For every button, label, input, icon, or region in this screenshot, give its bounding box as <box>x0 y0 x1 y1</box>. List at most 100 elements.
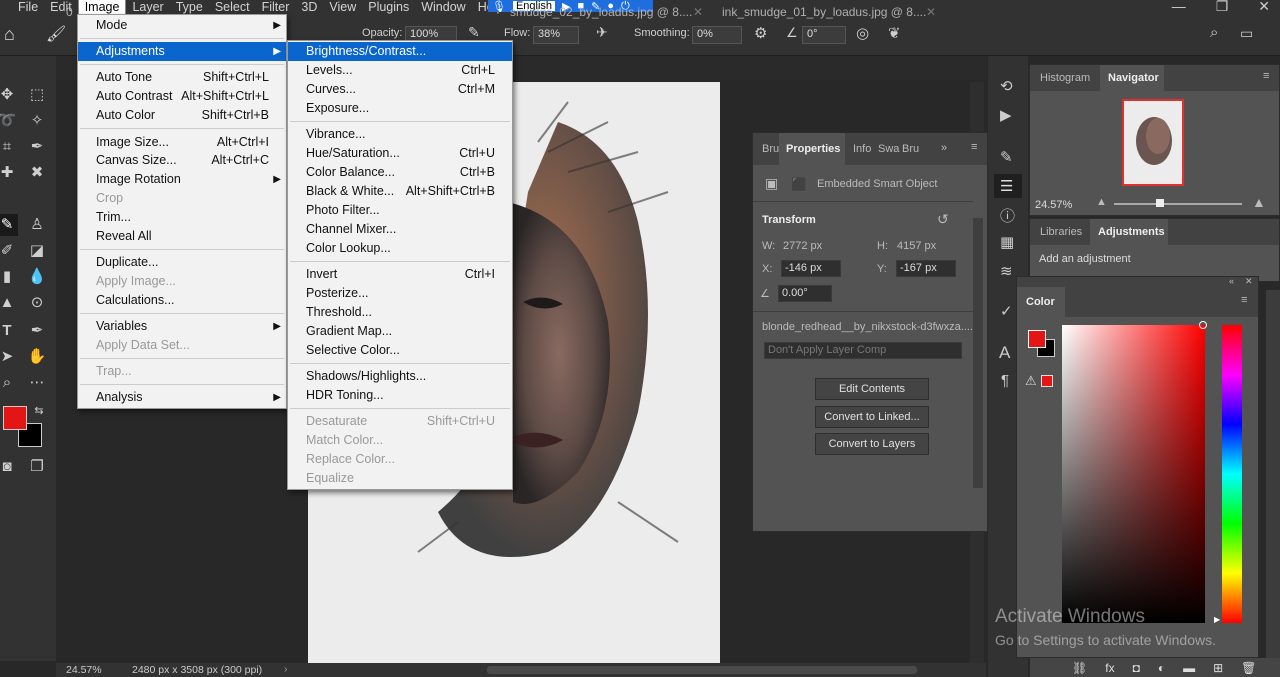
expand-panel-icon[interactable]: » <box>941 142 947 154</box>
close-panel-icon[interactable]: ✕ <box>1245 276 1253 287</box>
tab-histogram[interactable]: Histogram <box>1040 72 1090 84</box>
brush-settings-icon[interactable]: ✎ <box>1000 148 1013 166</box>
workspace-icon[interactable]: ▭ <box>1240 25 1253 42</box>
brush-icon[interactable]: 🖌 <box>46 24 66 44</box>
eyedropper-icon[interactable]: ✒ <box>26 136 48 158</box>
tab-brush[interactable]: Bru <box>762 143 779 155</box>
zoom-in-icon[interactable]: ▲ <box>1252 194 1266 210</box>
menu-item-invert[interactable]: Invert Ctrl+I <box>288 265 512 284</box>
character-icon[interactable]: A <box>999 343 1010 363</box>
paragraph-icon[interactable]: ¶ <box>1001 372 1009 389</box>
menu-item-threshold[interactable]: Threshold... <box>288 303 512 322</box>
foreground-color-swatch[interactable] <box>3 406 27 430</box>
marquee-tool-icon[interactable]: ⬚ <box>26 84 48 106</box>
screen-mode-icon[interactable]: ❐ <box>26 456 48 478</box>
menu-plugins[interactable]: Plugins <box>362 0 415 14</box>
fx-icon[interactable]: fx <box>1105 661 1114 675</box>
edit-contents-button[interactable]: Edit Contents <box>815 378 929 400</box>
status-zoom[interactable]: 24.57% <box>66 664 102 676</box>
menu-item-auto-contrast[interactable]: Auto Contrast Alt+Shift+Ctrl+L <box>78 87 286 106</box>
brush-tool-icon[interactable]: ✎ <box>0 214 18 236</box>
gamut-warning-icon[interactable]: ⚠ <box>1025 373 1037 389</box>
home-icon[interactable]: ⌂ <box>4 24 15 45</box>
smart-object-filename[interactable]: blonde_redhead__by_nikxstock-d3fwxza.... <box>762 321 973 333</box>
history-icon[interactable]: ⟲ <box>1000 77 1013 95</box>
swatches-grid-icon[interactable]: ▦ <box>1000 233 1014 251</box>
menu-type[interactable]: Type <box>170 0 209 14</box>
airbrush-icon[interactable]: ✈ <box>596 24 608 41</box>
history-brush-icon[interactable]: ✐ <box>0 240 18 262</box>
menu-item-hue-saturation[interactable]: Hue/Saturation... Ctrl+U <box>288 144 512 163</box>
reset-icon[interactable]: ↺ <box>937 211 949 228</box>
close-tab-icon[interactable]: ✕ <box>926 0 936 24</box>
x-field[interactable]: -146 px <box>781 260 841 277</box>
symmetry-icon[interactable]: ❦ <box>888 24 901 42</box>
zoom-slider-thumb[interactable] <box>1156 199 1164 207</box>
healing-tool-icon[interactable]: ✚ <box>0 162 18 184</box>
magic-wand-icon[interactable]: ✧ <box>26 110 48 132</box>
menu-item-shadows-highlights[interactable]: Shadows/Highlights... <box>288 367 512 386</box>
adjust-layer-icon[interactable]: ✓ <box>1000 302 1013 320</box>
info-icon[interactable]: ⓘ <box>1000 205 1015 226</box>
menu-item-black-white[interactable]: Black & White... Alt+Shift+Ctrl+B <box>288 182 512 201</box>
status-arrow-icon[interactable]: › <box>284 663 288 675</box>
close-icon[interactable]: ✕ <box>1258 0 1270 15</box>
menu-item-posterize[interactable]: Posterize... <box>288 284 512 303</box>
layer-comp-select[interactable]: Don't Apply Layer Comp <box>764 342 962 359</box>
saturation-brightness-field[interactable] <box>1062 325 1205 623</box>
tab-libraries[interactable]: Libraries <box>1040 226 1082 238</box>
dodge-tool-icon[interactable]: ▲ <box>0 292 18 314</box>
trash-icon[interactable]: 🗑 <box>1241 661 1256 675</box>
close-tab-icon[interactable]: ✕ <box>693 0 703 24</box>
navigator-zoom[interactable]: 24.57% <box>1035 199 1072 211</box>
menu-image[interactable]: Image <box>77 0 127 15</box>
menu-layer[interactable]: Layer <box>126 0 169 14</box>
hue-slider-thumb[interactable]: ▶ <box>1214 615 1220 624</box>
menu-item-curves[interactable]: Curves... Ctrl+M <box>288 80 512 99</box>
link-layers-icon[interactable]: ⛓ <box>1072 661 1087 675</box>
blur-tool-icon[interactable]: 💧 <box>26 266 48 288</box>
menu-select[interactable]: Select <box>209 0 256 14</box>
tab-brush-2[interactable]: Bru <box>902 143 919 155</box>
stamp-tool-icon[interactable]: ♙ <box>26 214 48 236</box>
menu-window[interactable]: Window <box>415 0 471 14</box>
adjustment-layer-icon[interactable]: ◐ <box>1158 661 1165 675</box>
menu-item-mode[interactable]: Mode ▶ <box>78 16 286 35</box>
menu-item-reveal-all[interactable]: Reveal All <box>78 227 286 246</box>
convert-to-linked-button[interactable]: Convert to Linked... <box>815 406 929 428</box>
menu-item-brightness-contrast[interactable]: Brightness/Contrast... <box>288 42 512 61</box>
group-folder-icon[interactable]: ▬ <box>1183 661 1195 675</box>
flow-field[interactable]: 38% <box>533 26 579 44</box>
pressure-size-icon[interactable]: ◎ <box>856 24 869 42</box>
hue-slider[interactable] <box>1222 325 1242 623</box>
width-value[interactable]: 2772 px <box>783 240 822 252</box>
panel-menu-icon[interactable]: ≡ <box>1263 70 1269 82</box>
y-field[interactable]: -167 px <box>896 260 956 277</box>
menu-item-levels[interactable]: Levels... Ctrl+L <box>288 61 512 80</box>
smoothing-field[interactable]: 0% <box>692 26 742 44</box>
tab-adjustments[interactable]: Adjustments <box>1098 226 1165 238</box>
angle-field[interactable]: 0° <box>802 26 846 44</box>
path-select-icon[interactable]: ✒ <box>26 320 48 342</box>
gamut-swatch[interactable] <box>1041 375 1053 387</box>
search-icon[interactable]: ⌕ <box>1210 24 1218 41</box>
new-layer-icon[interactable]: ⊞ <box>1213 661 1223 675</box>
maximize-icon[interactable]: ❐ <box>1216 0 1229 15</box>
menu-item-image-size[interactable]: Image Size... Alt+Ctrl+I <box>78 133 286 152</box>
menu-item-exposure[interactable]: Exposure... <box>288 99 512 118</box>
angle-field[interactable]: 0.00° <box>778 285 832 302</box>
menu-item-variables[interactable]: Variables ▶ <box>78 317 286 336</box>
minimize-icon[interactable]: — <box>1172 0 1186 15</box>
navigator-thumbnail[interactable] <box>1122 99 1184 186</box>
eraser-icon[interactable]: ◪ <box>26 240 48 262</box>
menu-item-analysis[interactable]: Analysis ▶ <box>78 388 286 407</box>
gradient-tool-icon[interactable]: ▮ <box>0 266 18 288</box>
layer-mask-icon[interactable]: ⬛ <box>791 177 807 193</box>
menu-item-photo-filter[interactable]: Photo Filter... <box>288 201 512 220</box>
document-tab-3[interactable]: ink_smudge_01_by_loadus.jpg @ 8.... <box>722 0 926 24</box>
menu-item-calculations[interactable]: Calculations... <box>78 291 286 310</box>
tab-info[interactable]: Info <box>853 143 871 155</box>
menu-item-color-lookup[interactable]: Color Lookup... <box>288 239 512 258</box>
patterns-icon[interactable]: ≋ <box>1000 262 1013 280</box>
canvas-horizontal-scrollbar[interactable] <box>487 666 917 674</box>
